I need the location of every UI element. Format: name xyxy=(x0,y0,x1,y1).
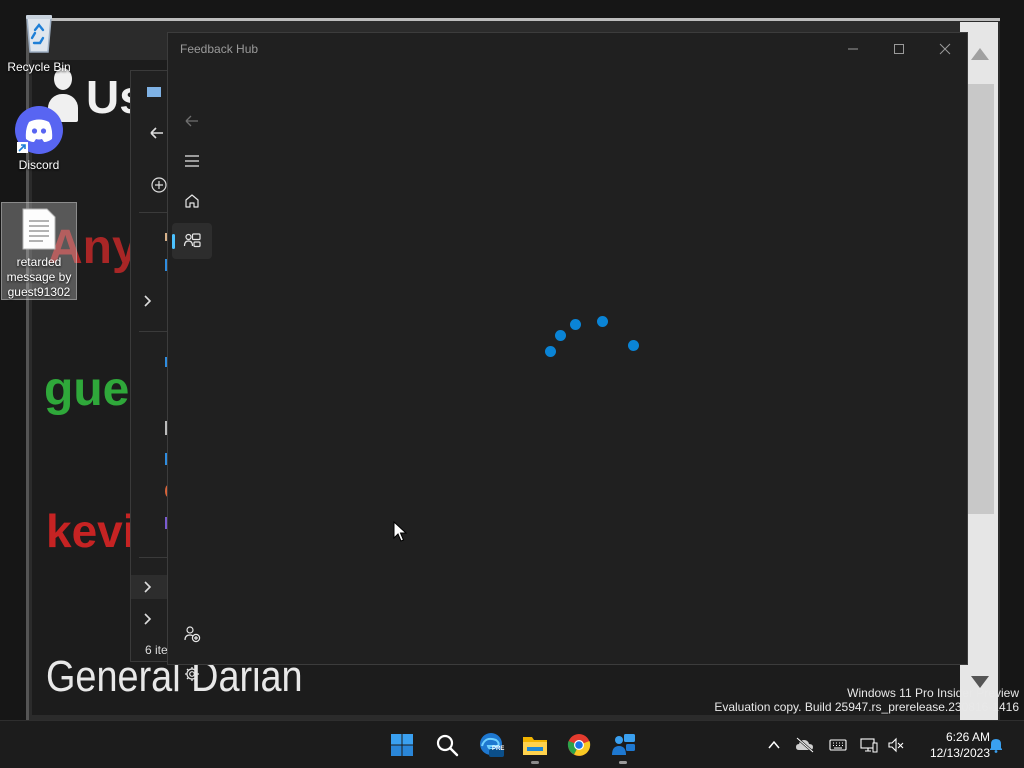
onedrive-button[interactable] xyxy=(795,735,815,755)
close-icon xyxy=(939,43,951,55)
volume-muted-icon xyxy=(888,737,904,753)
cloud-off-icon xyxy=(796,737,814,753)
network-icon xyxy=(860,738,878,753)
keyboard-button[interactable] xyxy=(828,735,848,755)
minimize-icon xyxy=(848,48,858,50)
desktop-icon-recycle-bin[interactable]: Recycle Bin xyxy=(1,6,77,75)
navigation-pane xyxy=(168,65,216,681)
notifications-button[interactable] xyxy=(986,735,1006,755)
back-button[interactable] xyxy=(172,103,212,139)
spinner-dot xyxy=(597,316,608,327)
start-button[interactable] xyxy=(382,725,422,765)
feedback-icon xyxy=(183,233,201,248)
feedback-hub-icon xyxy=(612,734,635,755)
maximize-button[interactable] xyxy=(876,33,922,65)
text-file-icon xyxy=(15,207,63,251)
back-arrow-icon xyxy=(150,127,163,139)
edge-browser-icon xyxy=(480,733,504,757)
mouse-cursor-icon xyxy=(393,521,407,542)
spinner-dot xyxy=(545,346,556,357)
add-account-button[interactable] xyxy=(172,616,212,652)
nav-feedback[interactable] xyxy=(172,223,212,259)
chevron-right-icon xyxy=(144,613,152,625)
chevron-right-icon xyxy=(144,295,152,307)
settings-button[interactable] xyxy=(172,656,212,692)
chevron-right-icon xyxy=(144,581,152,593)
explorer-new-button[interactable] xyxy=(131,173,171,197)
clock-date: 12/13/2023 xyxy=(929,746,990,760)
minimize-button[interactable] xyxy=(830,33,876,65)
explorer-back-button[interactable] xyxy=(131,121,171,145)
menu-button[interactable] xyxy=(172,143,212,179)
explorer-status-text: 6 ite xyxy=(145,643,168,657)
explorer-expand-chevron[interactable] xyxy=(131,289,171,313)
explorer-expand-chevron[interactable] xyxy=(131,575,171,599)
taskbar: PRE 6:26 AM 12/13/2023 xyxy=(0,720,1024,768)
gear-icon xyxy=(185,667,199,681)
spinner-dot xyxy=(570,319,581,330)
add-icon xyxy=(155,181,163,189)
nav-home[interactable] xyxy=(172,183,212,219)
watermark-line-1: Windows 11 Pro Insider Preview xyxy=(847,686,1019,700)
clock[interactable]: 6:26 AM 12/13/2023 xyxy=(908,729,990,761)
watermark-line-2: Evaluation copy. Build 25947.rs_prerelea… xyxy=(714,700,1019,714)
explorer-expand-chevron[interactable] xyxy=(131,607,171,631)
volume-button[interactable] xyxy=(886,735,906,755)
windows-logo-icon xyxy=(391,734,413,756)
desktop-icon-label: retarded message by guest91302 xyxy=(6,255,72,299)
keyboard-icon xyxy=(829,739,847,751)
feedback-hub-window[interactable]: Feedback Hub xyxy=(167,32,968,681)
scroll-thumb xyxy=(968,84,994,514)
desktop-icon-label: Discord xyxy=(18,158,60,172)
home-icon xyxy=(185,194,199,208)
windows-watermark: Windows 11 Pro Insider Preview Evaluatio… xyxy=(714,686,1019,714)
folder-icon xyxy=(523,737,547,755)
close-button[interactable] xyxy=(922,33,968,65)
file-explorer-window[interactable]: 6 ite xyxy=(130,70,171,662)
file-explorer-app[interactable] xyxy=(515,725,555,765)
desktop-icon-text-file[interactable]: retarded message by guest91302 xyxy=(1,202,77,300)
back-arrow-icon xyxy=(185,115,198,127)
bell-icon xyxy=(990,739,1002,753)
hamburger-menu-icon xyxy=(185,155,199,167)
folder-icon xyxy=(147,87,161,97)
search-button[interactable] xyxy=(427,725,467,765)
add-account-icon xyxy=(184,626,201,643)
chevron-up-icon xyxy=(768,740,780,749)
maximize-icon xyxy=(894,44,904,54)
title-bar[interactable]: Feedback Hub xyxy=(168,33,967,65)
window-title: Feedback Hub xyxy=(180,42,259,56)
edge-pre-badge: PRE xyxy=(492,746,505,752)
desktop-icon-label: Recycle Bin xyxy=(7,60,71,74)
discord-icon xyxy=(15,106,63,154)
spinner-dot xyxy=(628,340,639,351)
chrome-app[interactable] xyxy=(559,725,599,765)
spinner-dot xyxy=(555,330,566,341)
edge-pre-app[interactable]: PRE xyxy=(471,725,511,765)
desktop-icon-discord[interactable]: Discord xyxy=(1,104,77,173)
clock-time: 6:26 AM xyxy=(945,730,990,744)
feedback-hub-app[interactable] xyxy=(603,725,643,765)
search-icon xyxy=(436,734,459,757)
chrome-icon xyxy=(567,734,591,756)
scroll-up-arrow-icon xyxy=(971,48,989,60)
show-hidden-icons-button[interactable] xyxy=(764,735,784,755)
recycle-bin-icon xyxy=(15,8,63,56)
network-button[interactable] xyxy=(859,735,879,755)
